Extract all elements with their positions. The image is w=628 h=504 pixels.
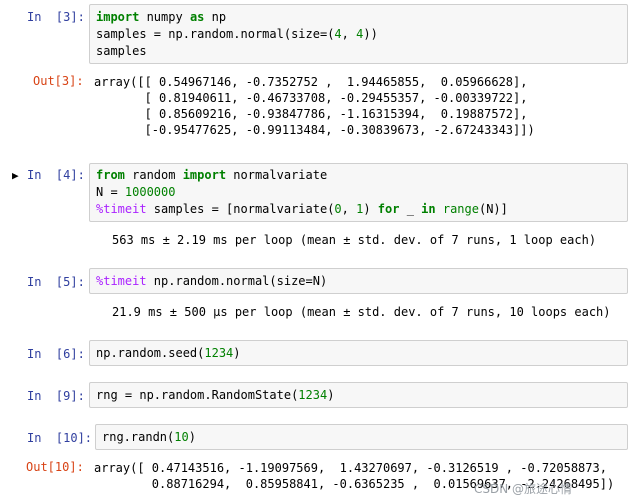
code-line: import numpy as np	[96, 9, 378, 26]
code-token: np.random.seed(	[96, 346, 205, 360]
code-token: ,	[341, 202, 357, 216]
code-token: ))	[363, 27, 378, 41]
code-token: ,	[341, 27, 357, 41]
code-token: rng = np.random.RandomState(	[96, 388, 299, 402]
output-text: array([[ 0.54967146, -0.7352752 , 1.9446…	[94, 74, 535, 138]
out-prompt: Out[3]:	[33, 74, 84, 88]
code-token: samples	[96, 44, 147, 58]
code-text[interactable]: %timeit np.random.normal(size=N)	[96, 273, 327, 290]
code-token: rng.randn(	[102, 430, 175, 444]
output-line: array([ 0.47143516, -1.19097569, 1.43270…	[94, 461, 607, 475]
in-prompt: In [4]:	[27, 168, 85, 182]
code-token: numpy	[139, 10, 190, 24]
code-token: in	[421, 202, 436, 216]
code-input[interactable]: rng = np.random.RandomState(1234)	[89, 382, 628, 408]
output-line: [-0.95477625, -0.99113484, -0.30839673, …	[94, 123, 535, 137]
code-token: )	[188, 430, 196, 444]
in-prompt: In [3]:	[27, 10, 85, 24]
code-token: from	[96, 168, 125, 182]
code-token: )	[233, 346, 241, 360]
code-token: np	[204, 10, 227, 24]
code-input[interactable]: %timeit np.random.normal(size=N)	[89, 268, 628, 294]
in-prompt: In [6]:	[27, 347, 85, 361]
code-token: )	[363, 202, 378, 216]
output-line: 21.9 ms ± 500 µs per loop (mean ± std. d…	[112, 305, 611, 319]
in-prompt: In [10]:	[27, 431, 93, 445]
code-line: N = 1000000	[96, 184, 508, 201]
output-line: 563 ms ± 2.19 ms per loop (mean ± std. d…	[112, 233, 597, 247]
code-token: N =	[96, 185, 125, 199]
code-token: _	[399, 202, 422, 216]
code-token: 4	[334, 27, 342, 41]
code-token: normalvariate	[226, 168, 328, 182]
code-token: 10	[174, 430, 189, 444]
code-text[interactable]: np.random.seed(1234)	[96, 345, 241, 362]
code-text[interactable]: rng = np.random.RandomState(1234)	[96, 387, 334, 404]
code-line: %timeit np.random.normal(size=N)	[96, 273, 327, 290]
out-prompt: Out[10]:	[26, 460, 84, 474]
code-input[interactable]: import numpy as np samples = np.random.no…	[89, 4, 628, 64]
output-text: 563 ms ± 2.19 ms per loop (mean ± std. d…	[112, 232, 596, 248]
output-text: 21.9 ms ± 500 µs per loop (mean ± std. d…	[112, 304, 611, 320]
code-token: (N)]	[478, 202, 508, 216]
code-token: samples = np.random.normal(size=(	[96, 27, 335, 41]
code-line: %timeit samples = [normalvariate(0, 1) f…	[96, 201, 508, 218]
code-token: 0	[334, 202, 342, 216]
output-line: array([[ 0.54967146, -0.7352752 , 1.9446…	[94, 75, 528, 89]
watermark: CSDN @旅途心情	[474, 482, 573, 496]
code-text[interactable]: rng.randn(10)	[102, 429, 196, 446]
code-input[interactable]: from random import normalvariate N = 1000…	[89, 163, 628, 222]
code-text[interactable]: from random import normalvariate N = 1000…	[96, 167, 508, 218]
code-line: samples = np.random.normal(size=(4, 4))	[96, 26, 378, 43]
code-line: rng.randn(10)	[102, 429, 196, 446]
code-token: 1234	[298, 388, 328, 402]
code-input[interactable]: np.random.seed(1234)	[89, 340, 628, 366]
in-prompt: In [9]:	[27, 389, 85, 403]
code-token: np.random.normal(size=N)	[146, 274, 328, 288]
output-line: [ 0.85609216, -0.93847786, -1.16315394, …	[94, 107, 528, 121]
code-token: )	[327, 388, 335, 402]
code-input[interactable]: rng.randn(10)	[95, 424, 628, 450]
code-token: 1000000	[124, 185, 176, 199]
code-token: %timeit	[96, 202, 147, 216]
code-line: from random import normalvariate	[96, 167, 508, 184]
code-token: import	[182, 168, 227, 182]
code-token: 1234	[204, 346, 234, 360]
code-text[interactable]: import numpy as np samples = np.random.no…	[96, 9, 378, 60]
code-token: samples = [normalvariate(	[146, 202, 335, 216]
code-token: %timeit	[96, 274, 147, 288]
code-token: for	[377, 202, 400, 216]
code-token: range	[442, 202, 479, 216]
code-line: np.random.seed(1234)	[96, 345, 241, 362]
code-line: samples	[96, 43, 378, 60]
code-line: rng = np.random.RandomState(1234)	[96, 387, 334, 404]
code-token: as	[189, 10, 205, 24]
code-token: import	[96, 10, 140, 24]
output-line: [ 0.81940611, -0.46733708, -0.29455357, …	[94, 91, 528, 105]
selected-cell-icon: ▶	[12, 169, 19, 182]
code-token: random	[124, 168, 183, 182]
in-prompt: In [5]:	[27, 275, 85, 289]
